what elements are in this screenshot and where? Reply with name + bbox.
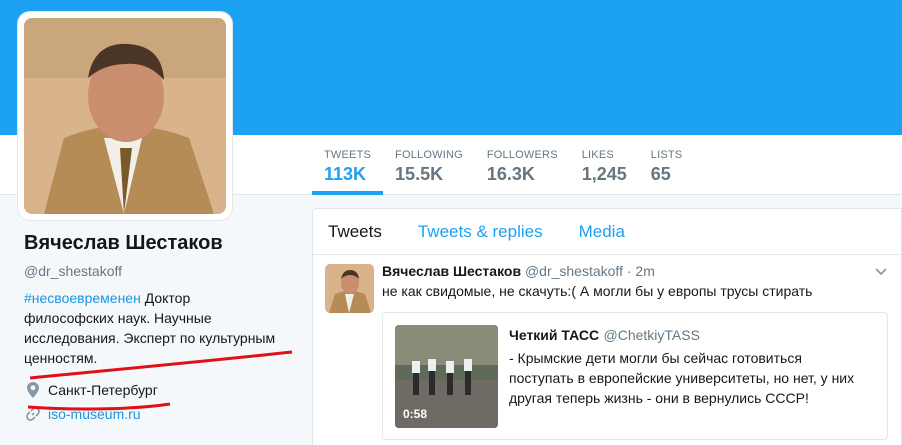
video-thumbnail[interactable]: 0:58	[395, 325, 498, 428]
chevron-down-icon[interactable]	[875, 263, 887, 279]
stat-value: 113K	[324, 164, 367, 184]
quoted-tweet[interactable]: 0:58 Четкий ТАСС @ChetkiyTASS - Крымские…	[382, 312, 888, 440]
tweet-author-handle[interactable]: @dr_shestakoff	[525, 263, 623, 279]
quote-text-line: другая теперь жизнь - они в вернулись СС…	[509, 390, 809, 406]
tweet-header: Вячеслав Шестаков @dr_shestakoff · 2m	[382, 263, 889, 279]
bio-text: Доктор	[140, 290, 191, 306]
stat-following[interactable]: FOLLOWING 15.5K	[383, 149, 475, 195]
stat-likes[interactable]: LIKES 1,245	[570, 149, 639, 195]
bio-text: философских наук. Научные	[24, 310, 212, 326]
tweet[interactable]: Вячеслав Шестаков @dr_shestakoff · 2m не…	[313, 255, 901, 440]
avatar-photo	[24, 18, 226, 214]
stat-label: TWEETS	[324, 149, 372, 161]
stat-value: 65	[650, 164, 671, 184]
profile-name[interactable]: Вячеслав Шестаков	[24, 232, 304, 255]
stat-value: 15.5K	[395, 164, 444, 184]
map-pin-icon	[24, 382, 42, 398]
quote-body: Четкий ТАСС @ChetkiyTASS - Крымские дети…	[509, 327, 879, 408]
stat-tweets[interactable]: TWEETS 113K	[312, 149, 384, 195]
quote-text-line: - Крымские дети могли бы сейчас готовить…	[509, 350, 802, 366]
timeline-tabs: Tweets Tweets & replies Media	[313, 209, 901, 255]
stat-followers[interactable]: FOLLOWERS 16.3K	[475, 149, 570, 195]
quote-author-handle[interactable]: @ChetkiyTASS	[604, 327, 700, 343]
timeline-panel: Tweets Tweets & replies Media Вячеслав Ш…	[312, 208, 902, 445]
tab-media[interactable]: Media	[579, 222, 625, 242]
profile-handle[interactable]: @dr_shestakoff	[24, 263, 304, 279]
bio-hashtag[interactable]: #несвоевременен	[24, 290, 141, 306]
quote-text: - Крымские дети могли бы сейчас готовить…	[509, 348, 879, 408]
quote-text-line: поступать в европейские университеты, но…	[509, 370, 855, 386]
profile-bio: #несвоевременен Доктор философских наук.…	[24, 288, 304, 368]
stat-label: LISTS	[650, 149, 683, 161]
stat-value: 1,245	[581, 164, 627, 184]
tweet-author-name[interactable]: Вячеслав Шестаков	[382, 263, 521, 279]
video-duration: 0:58	[403, 407, 428, 421]
stat-label: LIKES	[581, 149, 614, 161]
stat-value: 16.3K	[486, 164, 535, 184]
profile-stats: TWEETS 113K FOLLOWING 15.5K FOLLOWERS 16…	[312, 149, 694, 195]
stat-lists[interactable]: LISTS 65	[639, 149, 695, 195]
stat-label: FOLLOWING	[395, 149, 463, 161]
tweet-timestamp[interactable]: 2m	[635, 263, 654, 279]
profile-website[interactable]: iso-museum.ru	[48, 406, 141, 422]
profile-card: Вячеслав Шестаков @dr_shestakoff #несвое…	[24, 232, 304, 426]
separator-dot: ·	[626, 263, 632, 279]
tab-tweets-replies[interactable]: Tweets & replies	[418, 222, 543, 242]
profile-meta: Санкт-Петербург iso-museum.ru	[24, 378, 304, 426]
tweet-body: Вячеслав Шестаков @dr_shestakoff · 2m не…	[382, 263, 889, 440]
bio-text: исследования. Эксперт по культурным	[24, 330, 276, 346]
bio-text: ценностям.	[24, 350, 98, 366]
tweet-text: не как свидомые, не скачуть:( А могли бы…	[382, 283, 813, 299]
profile-location[interactable]: Санкт-Петербург	[48, 382, 158, 398]
profile-avatar[interactable]	[18, 12, 232, 220]
website-row: iso-museum.ru	[24, 402, 304, 426]
quote-author-name[interactable]: Четкий ТАСС	[509, 327, 599, 343]
stat-label: FOLLOWERS	[486, 149, 558, 161]
tab-tweets[interactable]: Tweets	[328, 222, 382, 242]
location-row: Санкт-Петербург	[24, 378, 304, 402]
tweet-avatar[interactable]	[325, 264, 374, 313]
link-icon	[24, 407, 42, 421]
